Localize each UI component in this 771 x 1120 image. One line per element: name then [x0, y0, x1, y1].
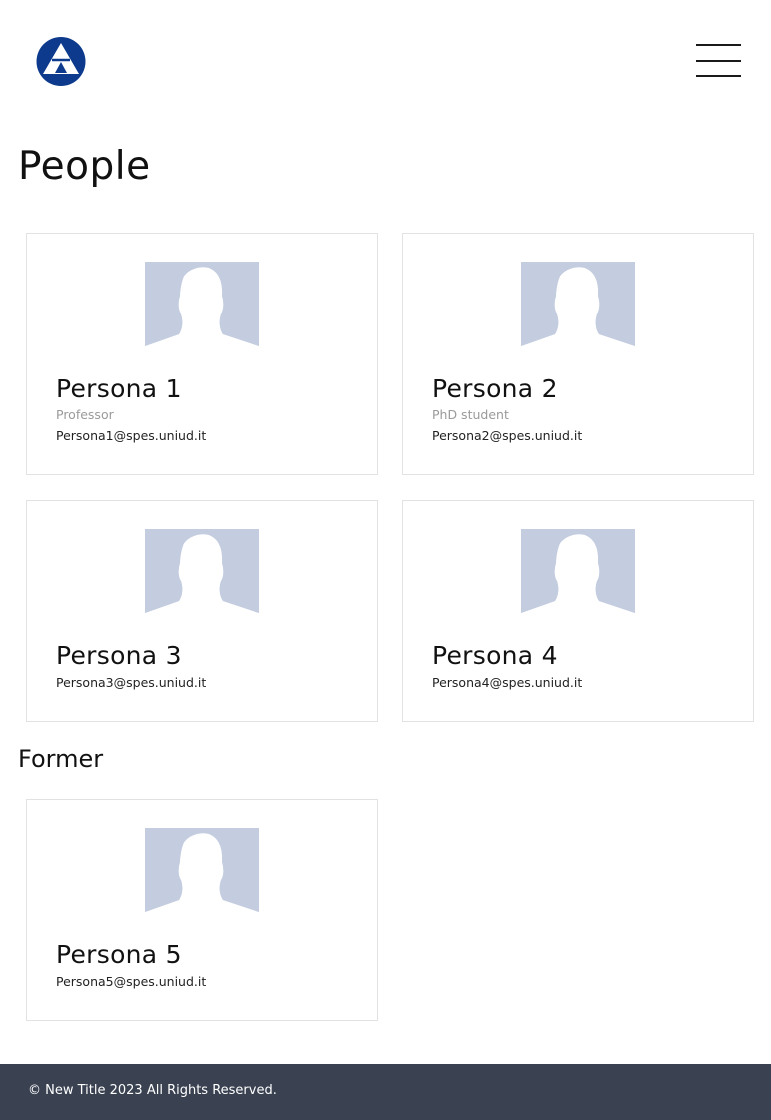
- avatar-placeholder-icon: [521, 529, 635, 623]
- footer: © New Title 2023 All Rights Reserved.: [0, 1064, 771, 1120]
- person-email[interactable]: Persona5@spes.uniud.it: [56, 974, 206, 989]
- person-name: Persona 2: [432, 374, 558, 403]
- person-card[interactable]: Persona 1 Professor Persona1@spes.uniud.…: [26, 233, 378, 475]
- person-email[interactable]: Persona4@spes.uniud.it: [432, 675, 582, 690]
- person-name: Persona 4: [432, 641, 558, 670]
- triangle-logo-icon[interactable]: [36, 37, 86, 86]
- avatar-placeholder-icon: [521, 262, 635, 356]
- page-title: People: [18, 144, 151, 189]
- avatar-placeholder-icon: [145, 828, 259, 922]
- person-role: PhD student: [432, 407, 509, 422]
- menu-bar-bottom: [696, 75, 741, 77]
- person-name: Persona 3: [56, 641, 182, 670]
- avatar-placeholder-icon: [145, 529, 259, 623]
- person-email[interactable]: Persona2@spes.uniud.it: [432, 428, 582, 443]
- menu-bar-top: [696, 44, 741, 46]
- person-name: Persona 5: [56, 940, 182, 969]
- hamburger-menu-icon[interactable]: [696, 44, 741, 78]
- person-card[interactable]: Persona 2 PhD student Persona2@spes.uniu…: [402, 233, 754, 475]
- person-email[interactable]: Persona1@spes.uniud.it: [56, 428, 206, 443]
- person-role: Professor: [56, 407, 114, 422]
- person-card[interactable]: Persona 4 Persona4@spes.uniud.it: [402, 500, 754, 722]
- former-section-title: Former: [18, 745, 104, 773]
- menu-bar-middle: [696, 60, 741, 62]
- person-email[interactable]: Persona3@spes.uniud.it: [56, 675, 206, 690]
- person-card[interactable]: Persona 3 Persona3@spes.uniud.it: [26, 500, 378, 722]
- copyright-text: © New Title 2023 All Rights Reserved.: [28, 1083, 277, 1098]
- person-name: Persona 1: [56, 374, 182, 403]
- avatar-placeholder-icon: [145, 262, 259, 356]
- person-card[interactable]: Persona 5 Persona5@spes.uniud.it: [26, 799, 378, 1021]
